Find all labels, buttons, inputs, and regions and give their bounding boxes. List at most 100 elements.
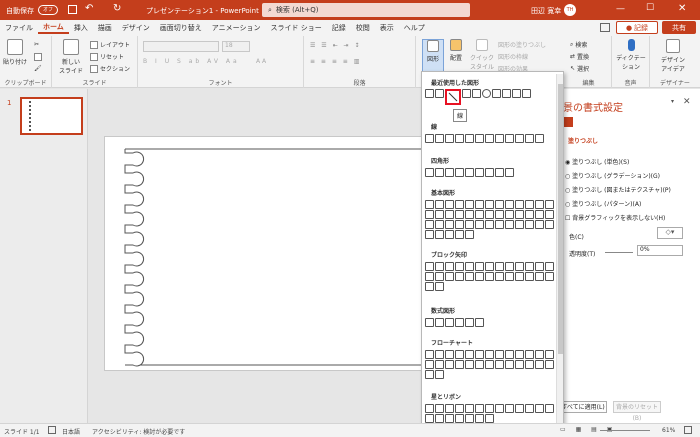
- rectangle-shape[interactable]: [472, 89, 481, 98]
- autosave-toggle[interactable]: オフ: [38, 5, 58, 15]
- tab-review[interactable]: 校閲: [351, 23, 375, 33]
- right-arrow-shape[interactable]: [512, 89, 521, 98]
- tab-home[interactable]: ホーム: [38, 22, 69, 34]
- list-buttons[interactable]: ☰ ☰ ⇤ ⇥ ↕: [310, 42, 361, 49]
- fill-option-solid[interactable]: ◉ 塗りつぶし (単色)(S): [565, 157, 629, 166]
- comments-icon[interactable]: [600, 23, 610, 32]
- elbow-connector-shape[interactable]: [502, 89, 511, 98]
- basic-shapes[interactable]: [425, 200, 555, 239]
- group-label-clipboard: クリップボード: [4, 80, 47, 87]
- format-painter-icon[interactable]: 🖌: [34, 65, 42, 72]
- gallery-section-rectangles: 四角形: [431, 158, 450, 165]
- fill-option-pattern[interactable]: ○ 塗りつぶし (パターン)(A): [565, 199, 641, 208]
- line-shapes[interactable]: [425, 134, 555, 143]
- layout-button[interactable]: レイアウト: [90, 40, 130, 49]
- tab-transitions[interactable]: 画面切り替え: [155, 23, 207, 33]
- font-size-dropdown[interactable]: 18: [222, 41, 250, 52]
- reset-background-button[interactable]: 背景のリセット(B): [613, 401, 661, 422]
- font-style-buttons[interactable]: B I U S ab AV Aa: [143, 58, 240, 65]
- pane-close-icon[interactable]: ✕: [683, 97, 691, 107]
- record-label: 記録: [634, 23, 649, 32]
- quick-styles-button[interactable]: クイック スタイル: [470, 39, 494, 71]
- shapes-button[interactable]: 図形: [422, 39, 444, 75]
- new-slide-button[interactable]: 新しい スライド: [58, 39, 84, 75]
- design-ideas-icon: [666, 39, 680, 53]
- apply-all-button[interactable]: すべてに適用(L): [559, 401, 607, 413]
- tab-record[interactable]: 記録: [327, 23, 351, 33]
- fill-option-picture[interactable]: ○ 塗りつぶし (図またはテクスチャ)(P): [565, 185, 671, 194]
- zoom-slider[interactable]: [600, 430, 650, 431]
- select-button[interactable]: ↖ 選択: [570, 64, 589, 73]
- star-shapes[interactable]: [425, 404, 555, 423]
- fit-slide-icon[interactable]: [684, 426, 692, 434]
- group-label-designer: デザイナー: [660, 80, 690, 87]
- avatar[interactable]: TH: [564, 4, 576, 16]
- paste-icon: [7, 39, 23, 55]
- line-shape-highlighted[interactable]: [445, 89, 461, 105]
- minimize-icon[interactable]: —: [616, 4, 625, 14]
- hide-graphics-checkbox[interactable]: ☐ 背景グラフィックを表示しない(H): [565, 213, 665, 222]
- save-icon[interactable]: [68, 5, 77, 14]
- restore-icon[interactable]: ☐: [646, 3, 654, 13]
- dictate-button[interactable]: ディクテーション: [614, 39, 648, 71]
- text-box-vertical-shape[interactable]: [435, 89, 444, 98]
- color-picker-button[interactable]: ◇▾: [657, 227, 683, 239]
- tab-file[interactable]: ファイル: [0, 23, 38, 33]
- fill-option-gradient[interactable]: ○ 塗りつぶし (グラデーション)(G): [565, 171, 660, 180]
- down-arrow-shape[interactable]: [522, 89, 531, 98]
- reset-button[interactable]: リセット: [90, 52, 124, 61]
- shapes-gallery: 最近使用した図形 線 線 四角形 基本図形 ブロック矢印 数式図形 フローチャー…: [421, 71, 564, 431]
- tab-view[interactable]: 表示: [375, 23, 399, 33]
- dictate-label: ディクテーション: [616, 55, 646, 71]
- search-box[interactable]: ⌕ 検索 (Alt+Q): [262, 3, 470, 17]
- autosave-label: 自動保存: [6, 7, 34, 15]
- shape-outline-button[interactable]: 図形の枠線: [498, 52, 528, 61]
- flowchart-shapes[interactable]: [425, 350, 555, 379]
- slide-thumbnail[interactable]: [20, 97, 83, 135]
- new-slide-label: 新しい スライド: [58, 59, 83, 75]
- fill-option-pattern-label: 塗りつぶし (パターン)(A): [572, 201, 642, 208]
- record-button[interactable]: ● 記録: [616, 21, 658, 34]
- font-family-dropdown[interactable]: [143, 41, 219, 52]
- language-label[interactable]: 日本語: [62, 427, 80, 436]
- align-buttons[interactable]: ≡ ≡ ≡ ≡ ▥: [310, 58, 361, 65]
- gallery-scrollbar-thumb[interactable]: [558, 84, 563, 354]
- design-ideas-button[interactable]: デザイン アイデア: [656, 39, 690, 73]
- fill-tab-icon[interactable]: [563, 117, 573, 127]
- tab-insert[interactable]: 挿入: [69, 23, 93, 33]
- triangle-shape[interactable]: [492, 89, 501, 98]
- text-box-shape[interactable]: [425, 89, 434, 98]
- transparency-slider[interactable]: [605, 252, 633, 253]
- tab-help[interactable]: ヘルプ: [399, 23, 430, 33]
- undo-icon[interactable]: ↶: [85, 3, 93, 14]
- cut-icon[interactable]: ✂: [34, 41, 39, 48]
- spellcheck-icon[interactable]: [48, 426, 56, 434]
- transparency-input[interactable]: 0%: [637, 245, 683, 256]
- gallery-scrollbar[interactable]: [556, 74, 563, 428]
- copy-icon[interactable]: [34, 53, 42, 61]
- tab-animations[interactable]: アニメーション: [207, 23, 266, 33]
- replace-button[interactable]: ⇄ 置換: [570, 52, 589, 61]
- share-button[interactable]: 共有: [662, 21, 696, 34]
- shapes-label: 図形: [426, 56, 439, 63]
- tab-design[interactable]: デザイン: [117, 23, 155, 33]
- redo-icon[interactable]: ↻: [113, 3, 121, 14]
- block-arrow-shapes[interactable]: [425, 262, 555, 291]
- zoom-level[interactable]: 61%: [662, 427, 675, 434]
- font-color-buttons[interactable]: A A: [256, 58, 266, 65]
- tab-slideshow[interactable]: スライド ショー: [266, 23, 327, 33]
- paste-button[interactable]: 貼り付け: [2, 39, 28, 66]
- tab-draw[interactable]: 描画: [93, 23, 117, 33]
- equation-shapes[interactable]: [425, 318, 555, 327]
- accessibility-status[interactable]: アクセシビリティ: 検討が必要です: [92, 427, 185, 436]
- find-button[interactable]: ⌕ 検索: [570, 40, 587, 50]
- arrow-line-shape[interactable]: [462, 89, 471, 98]
- rectangle-shapes[interactable]: [425, 168, 555, 177]
- group-paragraph: ☰ ☰ ⇤ ⇥ ↕ ≡ ≡ ≡ ≡ ▥ 段落: [304, 36, 416, 88]
- section-button[interactable]: セクション: [90, 64, 130, 73]
- close-icon[interactable]: ✕: [678, 3, 686, 14]
- shape-fill-button[interactable]: 図形の塗りつぶし: [498, 40, 546, 49]
- pane-dropdown-icon[interactable]: ▾: [671, 98, 674, 105]
- oval-shape[interactable]: [482, 89, 491, 98]
- arrange-button[interactable]: 配置: [446, 39, 466, 62]
